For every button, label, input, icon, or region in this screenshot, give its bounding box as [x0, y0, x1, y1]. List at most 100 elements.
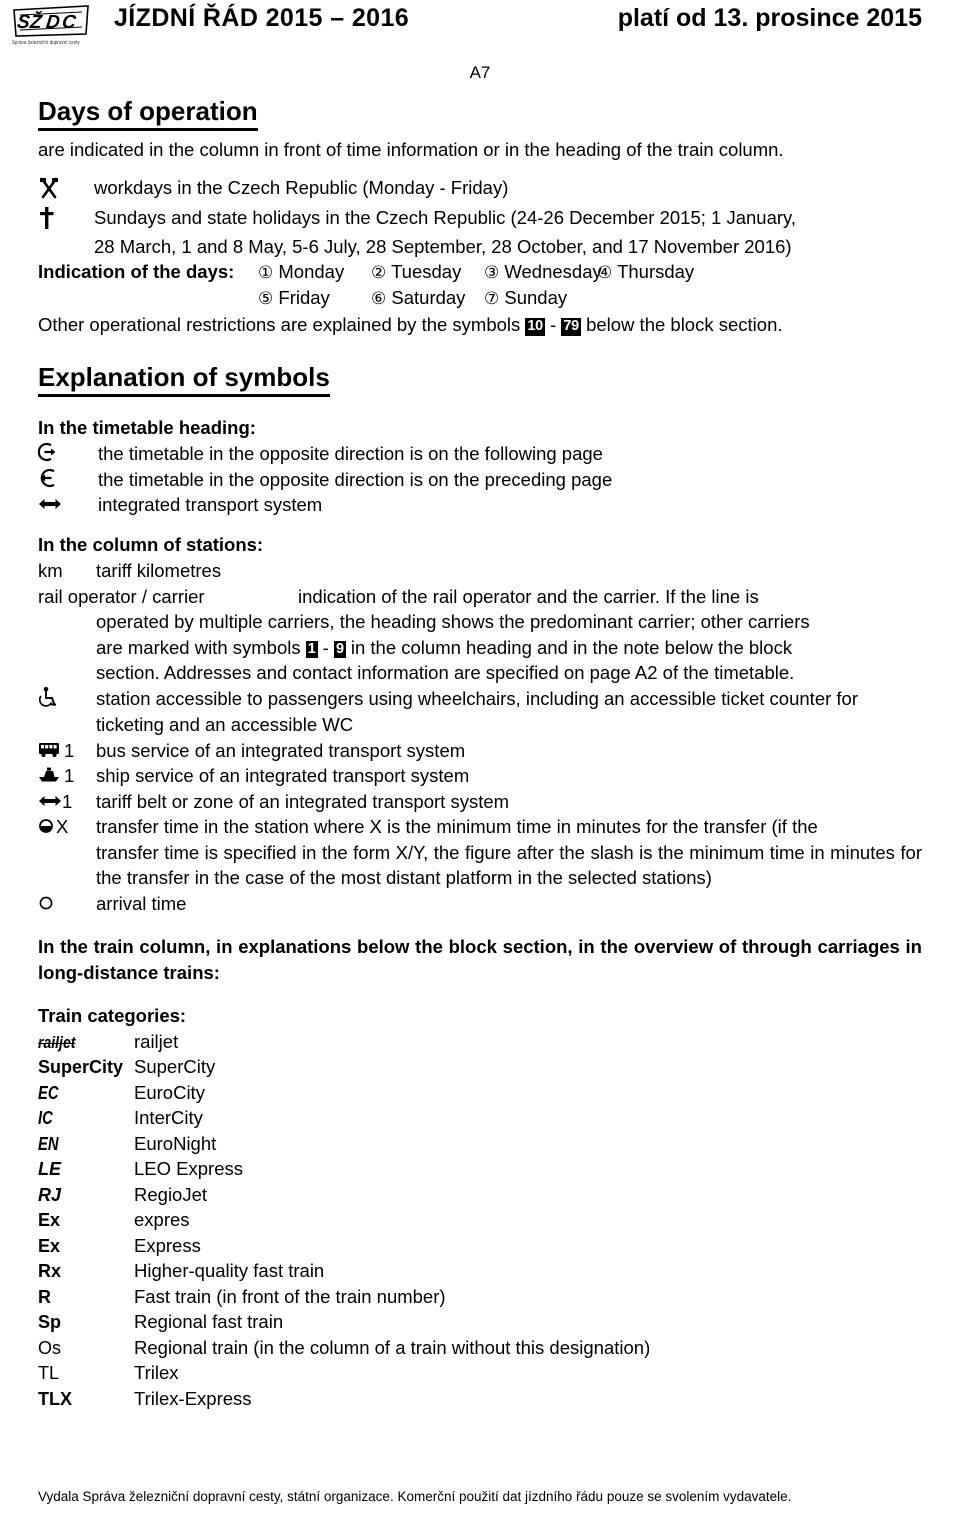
- day-indication-row-1: Indication of the days: ① Monday ② Tuesd…: [38, 259, 922, 285]
- other-restrictions-dash: -: [544, 314, 562, 336]
- list-item-label: tariff belt or zone of an integrated tra…: [96, 790, 510, 812]
- station-column-symbol-list: km tariff kilometres rail operator / car…: [38, 558, 922, 916]
- train-category-row: Ex expres: [38, 1207, 922, 1232]
- train-category-code-text: LE: [38, 1159, 62, 1180]
- day-item-saturday: ⑥ Saturday: [371, 285, 484, 311]
- train-category-name: Higher-quality fast train: [134, 1260, 325, 1282]
- train-category-code-text: IC: [38, 1108, 53, 1129]
- page-code: A7: [469, 63, 491, 82]
- train-category-code: TLX: [38, 1386, 134, 1411]
- list-item: X transfer time in the station where X i…: [38, 814, 922, 840]
- train-category-code-text: Ex: [38, 1235, 61, 1256]
- train-category-code-text: Sp: [38, 1312, 62, 1333]
- train-category-code: railjet: [38, 1029, 134, 1054]
- train-category-row: TLX Trilex-Express: [38, 1386, 922, 1411]
- train-category-code-text: Os: [38, 1337, 62, 1358]
- train-category-name: Trilex: [134, 1362, 179, 1384]
- circle-arrow-left-glyph: [40, 468, 55, 487]
- day-indication-label: Indication of the days:: [38, 260, 235, 282]
- validity-text: platí od 13. prosince 2015: [617, 4, 922, 32]
- train-category-code-text: EC: [38, 1082, 59, 1103]
- train-category-row: Os Regional train (in the column of a tr…: [38, 1335, 922, 1360]
- rail-operator-line-3: are marked with symbols 1 - 9 in the col…: [38, 635, 922, 661]
- wheelchair-continuation: ticketing and an accessible WC: [96, 714, 354, 736]
- list-item-km: km tariff kilometres: [38, 558, 922, 584]
- train-category-name: RegioJet: [134, 1183, 208, 1205]
- rail-operator-line-2: operated by multiple carriers, the headi…: [96, 611, 810, 633]
- circled-number-4: ④: [597, 262, 613, 282]
- day-item-wednesday: ③ Wednesday: [484, 259, 602, 285]
- train-category-code-text: TL: [38, 1363, 60, 1384]
- km-symbol: km: [38, 560, 63, 582]
- open-circle-glyph: [39, 896, 53, 910]
- tariff-zone-suffix: 1: [62, 790, 73, 812]
- circled-number-2: ②: [371, 262, 387, 282]
- circle-arrow-right-icon: [38, 441, 98, 467]
- train-category-name: LEO Express: [134, 1158, 243, 1180]
- szdc-logo-mark: S Ž D C: [12, 4, 90, 38]
- list-item: the timetable in the opposite direction …: [38, 467, 922, 493]
- day-item-thursday: ④ Thursday: [597, 259, 710, 285]
- double-arrow-icon: 1: [38, 789, 96, 815]
- train-category-name: expres: [134, 1209, 190, 1231]
- circled-number-6: ⑥: [371, 289, 387, 309]
- train-category-row: IC InterCity: [38, 1105, 922, 1130]
- circle-arrow-left-icon: [38, 467, 98, 493]
- train-category-row: Ex Express: [38, 1233, 922, 1258]
- page-title: JÍZDNÍ ŘÁD 2015 – 2016: [114, 4, 410, 32]
- list-item-label: station accessible to passengers using w…: [96, 687, 858, 709]
- train-category-code: Sp: [38, 1309, 134, 1334]
- carrier-boxed-number-to: 9: [333, 640, 346, 658]
- ship-icon: 1: [38, 763, 96, 789]
- km-label: tariff kilometres: [96, 560, 222, 582]
- transfer-time-continuation: transfer time is specified in the form X…: [96, 841, 922, 889]
- day-label: Tuesday: [391, 260, 462, 282]
- circle-arrow-right-glyph: [38, 443, 56, 462]
- train-category-name: Regional train (in the column of a train…: [134, 1336, 651, 1358]
- train-category-name: EuroCity: [134, 1081, 205, 1103]
- double-arrow-icon: [38, 492, 98, 518]
- list-item: the timetable in the opposite direction …: [38, 441, 922, 467]
- list-item: 1 ship service of an integrated transpor…: [38, 763, 922, 789]
- train-category-code: Ex: [38, 1207, 134, 1232]
- list-item-label: Sundays and state holidays in the Czech …: [94, 206, 797, 228]
- boxed-number-to: 79: [561, 318, 581, 336]
- list-item-label: integrated transport system: [98, 494, 323, 516]
- rail-operator-label: indication of the rail operator and the …: [298, 585, 759, 607]
- page-footer: Vydala Správa železniční dopravní cesty,…: [38, 1489, 792, 1505]
- train-category-code-text: Rx: [38, 1261, 62, 1282]
- dagger-icon: [38, 206, 94, 235]
- list-item-label: arrival time: [96, 892, 187, 914]
- circled-number-3: ③: [484, 262, 500, 282]
- train-category-code-text: TLX: [38, 1388, 72, 1409]
- day-item-sunday: ⑦ Sunday: [484, 285, 597, 311]
- page-header: S Ž D C Správa železniční dopravní cesty…: [12, 0, 922, 56]
- bus-suffix: 1: [64, 739, 75, 761]
- day-label: Saturday: [391, 287, 466, 309]
- train-category-code-text: RJ: [38, 1184, 62, 1205]
- train-category-code: Rx: [38, 1258, 134, 1283]
- szdc-logo-subtitle: Správa železniční dopravní cesty: [12, 39, 80, 46]
- list-item-label: bus service of an integrated transport s…: [96, 739, 466, 761]
- rail-operator-symbol: rail operator / carrier: [38, 585, 205, 607]
- day-label: Friday: [278, 287, 330, 309]
- group-heading-stations: In the column of stations:: [38, 533, 264, 555]
- train-category-code: SuperCity: [38, 1054, 134, 1079]
- train-category-row: SuperCity SuperCity: [38, 1054, 922, 1079]
- svg-text:C: C: [61, 12, 77, 33]
- list-item: 1 bus service of an integrated transport…: [38, 738, 922, 764]
- rail-operator-line-3-pre: are marked with symbols: [96, 636, 306, 658]
- train-category-name: Express: [134, 1234, 201, 1256]
- train-category-code-text: Ex: [38, 1210, 61, 1231]
- half-filled-circle-icon: X: [38, 814, 96, 840]
- list-item-rail-operator: rail operator / carrier indication of th…: [38, 584, 922, 610]
- list-item: station accessible to passengers using w…: [38, 686, 922, 713]
- day-label: Sunday: [504, 287, 568, 309]
- explanation-of-symbols-title: Explanation of symbols: [38, 362, 330, 397]
- list-item-label: transfer time in the station where X is …: [96, 816, 818, 838]
- list-item-label: the timetable in the opposite direction …: [98, 443, 603, 465]
- list-item: Sundays and state holidays in the Czech …: [38, 206, 922, 235]
- list-item-label: the timetable in the opposite direction …: [98, 468, 613, 490]
- train-category-name: Fast train (in front of the train number…: [134, 1285, 446, 1307]
- train-category-row: railjet railjet: [38, 1029, 922, 1054]
